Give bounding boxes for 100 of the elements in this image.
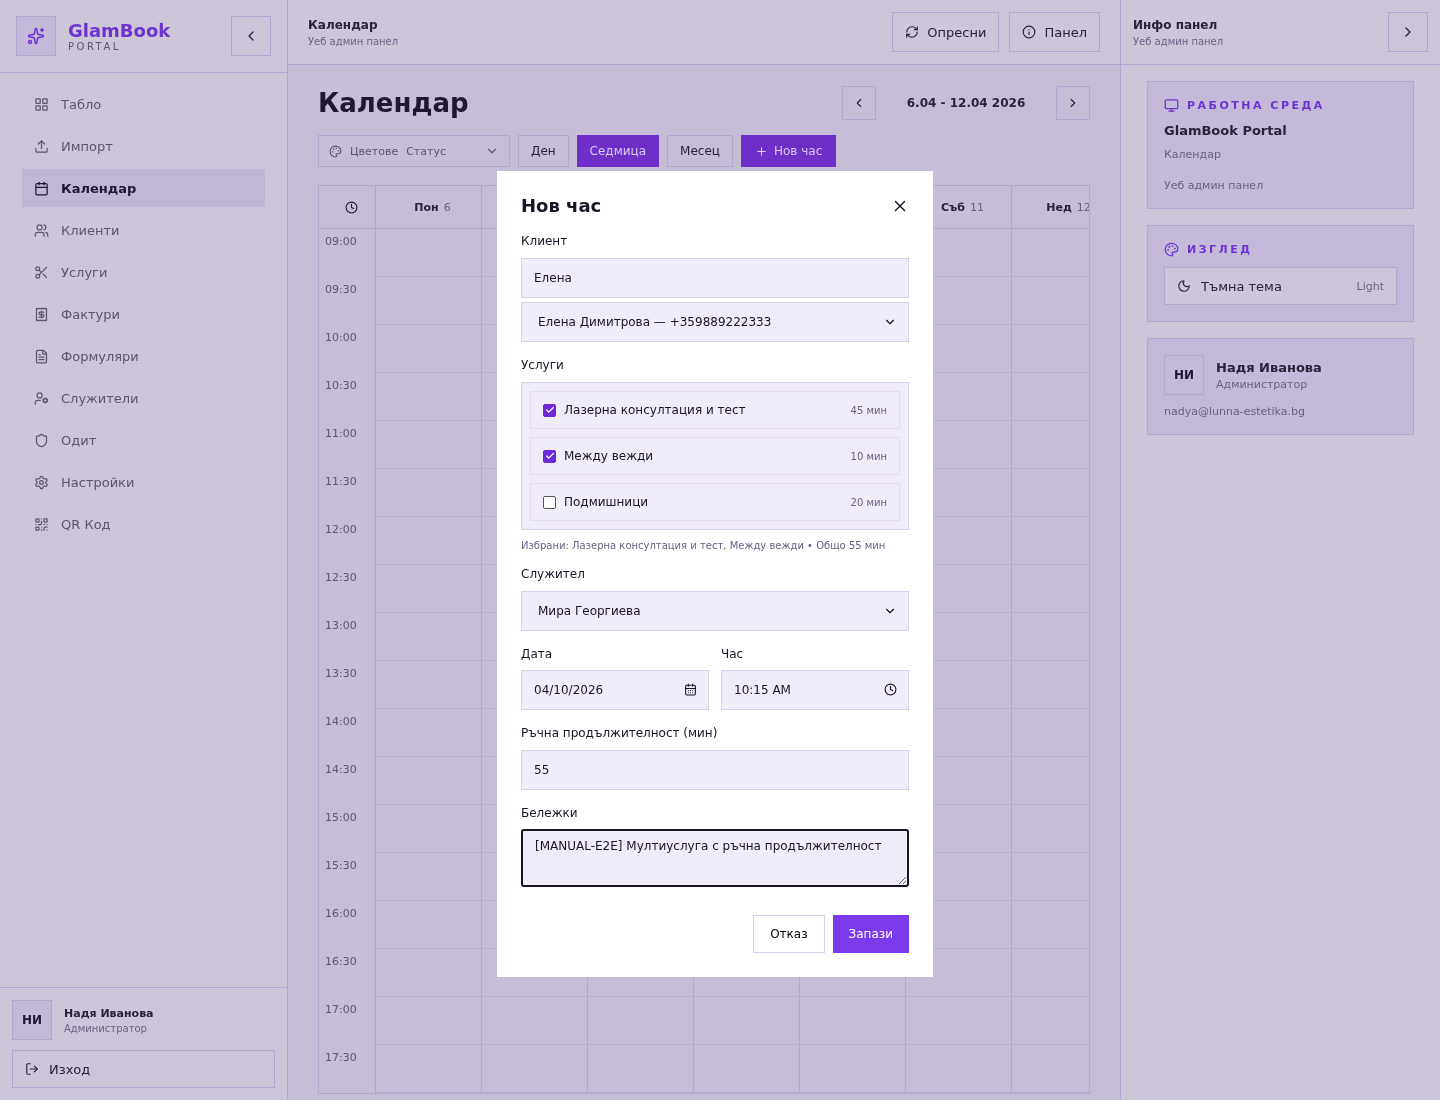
time-label: 14:30 <box>324 762 358 778</box>
user-name: Надя Иванова <box>64 1006 154 1020</box>
field-label: Услуги <box>521 358 565 372</box>
day-number: 6 <box>443 200 451 214</box>
user-avatar: НИ <box>1164 355 1204 395</box>
workspace-description: Уеб админ панел <box>1164 179 1265 192</box>
field-label: Час <box>721 647 745 661</box>
clock-icon <box>344 200 358 214</box>
dialog-title: Нов час <box>521 195 602 216</box>
qr-code-icon <box>34 516 49 532</box>
workspace-name: GlamBook Portal <box>1164 123 1288 138</box>
nav-item[interactable]: Фактури <box>22 295 265 333</box>
calendar-heading: Календар <box>318 88 470 118</box>
new-appointment-button[interactable]: Нов час <box>740 135 837 167</box>
time-label: 12:30 <box>324 570 358 586</box>
duration-field[interactable]: 55 <box>521 750 909 790</box>
user-gear-icon <box>34 390 49 406</box>
service-option[interactable]: Между вежди 10 мин <box>530 437 900 475</box>
brand-name: GlamBook <box>68 20 172 41</box>
color-mode-value: Статус <box>406 144 447 158</box>
time-label: 09:30 <box>324 282 358 298</box>
nav-item[interactable]: Настройки <box>22 463 265 501</box>
field-label: Клиент <box>521 234 569 248</box>
time-label: 16:30 <box>324 954 358 970</box>
notes-field[interactable]: [MANUAL-E2E] Мултиуслуга с ръчна продължителност <box>521 829 909 887</box>
field-label: Дата <box>521 647 554 661</box>
nav-item[interactable]: Формуляри <box>22 337 265 375</box>
receipt-icon <box>34 306 49 322</box>
field-label: Ръчна продължителност (мин) <box>521 726 719 740</box>
time-label: 17:00 <box>324 1002 358 1018</box>
time-label: 13:00 <box>324 618 358 634</box>
document-icon <box>34 348 49 364</box>
checkbox[interactable] <box>543 495 556 509</box>
logout-button[interactable]: Изход <box>12 1050 275 1088</box>
refresh-icon <box>905 25 920 39</box>
user-avatar: НИ <box>12 1000 52 1040</box>
page-subtitle: Уеб админ панел <box>308 35 400 47</box>
time-label: 11:30 <box>324 474 358 490</box>
calendar-icon <box>684 683 697 696</box>
time-label: 09:00 <box>324 234 358 250</box>
calendar-icon <box>34 180 49 196</box>
time-label: 11:00 <box>324 426 358 442</box>
page-title: Календар <box>308 17 379 32</box>
palette-icon <box>329 144 342 158</box>
time-label: 15:00 <box>324 810 358 826</box>
services-summary: Избрани: Лазерна консултация и тест, Между вежди • Общо 55 мин <box>521 540 887 551</box>
refresh-button[interactable]: Опресни <box>892 12 1000 52</box>
color-mode-label: Цветове <box>350 144 399 158</box>
time-label: 16:00 <box>324 906 358 922</box>
time-field[interactable]: 10:15 AM <box>721 670 909 710</box>
save-button[interactable]: Запази <box>832 915 909 953</box>
view-tab[interactable]: Месец <box>667 135 733 167</box>
info-panel-title: Инфо панел <box>1133 17 1219 32</box>
checkbox[interactable] <box>543 403 556 417</box>
nav-item[interactable]: Служители <box>22 379 265 417</box>
logout-icon <box>25 1062 39 1076</box>
scissors-icon <box>34 264 49 280</box>
checkbox[interactable] <box>543 449 556 463</box>
moon-icon <box>1177 279 1191 293</box>
nav-item[interactable]: Импорт <box>22 127 265 165</box>
client-select[interactable]: Елена Димитрова — +359889222333 <box>521 302 909 342</box>
clock-icon <box>884 683 897 696</box>
client-search-field[interactable]: Елена <box>521 258 909 298</box>
day-name: Нед <box>1046 200 1072 214</box>
time-label: 14:00 <box>324 714 358 730</box>
dark-theme-toggle[interactable]: Тъмна тема Light <box>1164 267 1397 305</box>
view-tab[interactable]: Ден <box>518 135 569 167</box>
nav-item[interactable]: Табло <box>22 85 265 123</box>
day-name: Съб <box>941 200 965 214</box>
color-mode-select[interactable]: Цветове Статус <box>318 135 510 167</box>
palette-icon <box>1164 242 1179 257</box>
date-field[interactable]: 04/10/2026 <box>521 670 709 710</box>
time-label: 12:00 <box>324 522 358 538</box>
user-email: nadya@lunna-estetika.bg <box>1164 405 1306 418</box>
time-label: 10:00 <box>324 330 358 346</box>
time-label: 10:30 <box>324 378 358 394</box>
nav-item[interactable]: Клиенти <box>22 211 265 249</box>
panel-button[interactable]: Панел <box>1009 12 1100 52</box>
plus-icon <box>754 144 768 158</box>
day-name: Пон <box>414 200 439 214</box>
workspace-page: Календар <box>1164 148 1222 161</box>
time-label: 17:30 <box>324 1050 358 1066</box>
staff-select[interactable]: Мира Георгиева <box>521 591 909 631</box>
info-icon <box>1022 25 1037 39</box>
nav-item[interactable]: Услуги <box>22 253 265 291</box>
brand-subtitle: PORTAL <box>68 41 122 52</box>
nav-item[interactable]: QR Код <box>22 505 265 543</box>
monitor-icon <box>1164 98 1179 113</box>
cancel-button[interactable]: Отказ <box>753 915 825 953</box>
info-panel-subtitle: Уеб админ панел <box>1133 35 1225 47</box>
view-tab[interactable]: Седмица <box>576 135 660 167</box>
service-option[interactable]: Лазерна консултация и тест 45 мин <box>530 391 900 429</box>
time-label: 13:30 <box>324 666 358 682</box>
nav-item[interactable]: Календар <box>22 169 265 207</box>
nav-item[interactable]: Одит <box>22 421 265 459</box>
settings-icon <box>34 474 49 490</box>
user-name: Надя Иванова <box>1216 359 1322 375</box>
service-option[interactable]: Подмишници 20 мин <box>530 483 900 521</box>
card-heading: ИЗГЛЕД <box>1187 243 1253 256</box>
time-label: 15:30 <box>324 858 358 874</box>
